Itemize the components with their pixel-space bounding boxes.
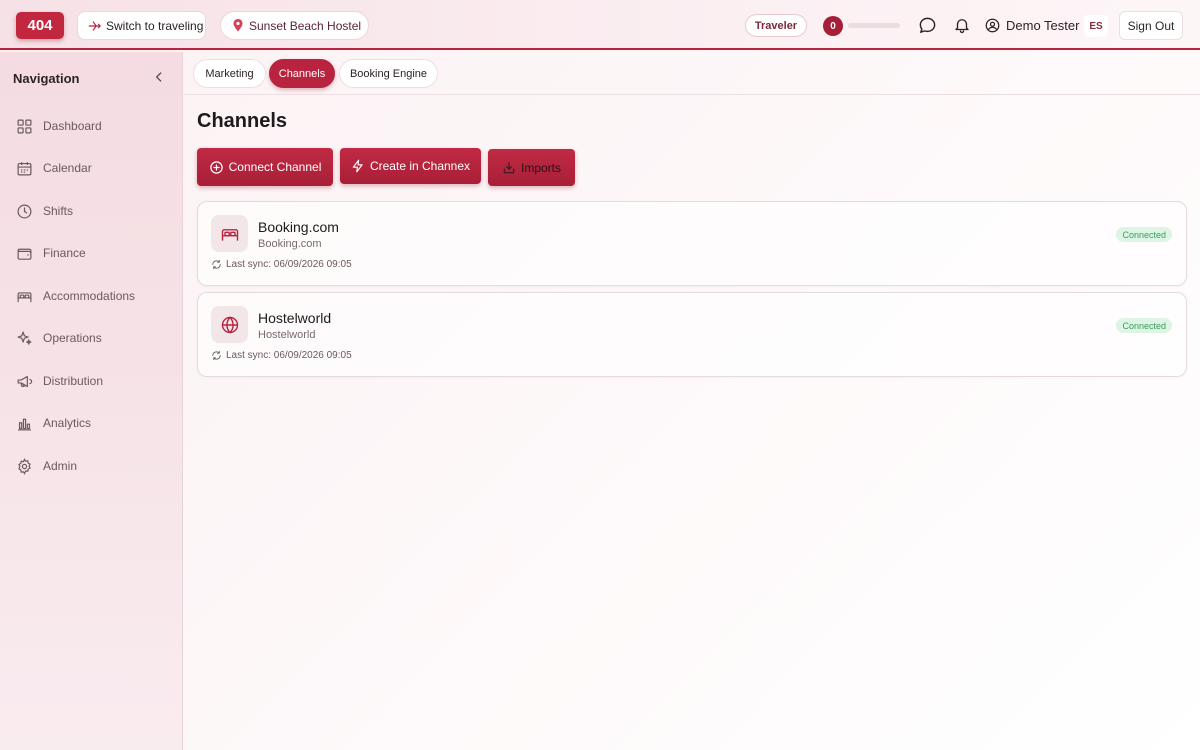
connect-channel-label: Connect Channel — [228, 160, 322, 174]
lightning-icon — [352, 159, 363, 173]
channel-card-hostelworld[interactable]: Hostelworld Hostelworld Last sync: 06/09… — [197, 292, 1187, 377]
status-badge: Connected — [1116, 227, 1172, 242]
user-name: Demo Tester — [1006, 17, 1080, 33]
page-title: Channels — [197, 110, 288, 132]
switch-label: Switch to traveling — [106, 18, 204, 33]
last-sync-text: Last sync: 06/09/2026 09:05 — [226, 350, 352, 361]
sidebar-item-operations[interactable]: Operations — [16, 326, 102, 350]
progress-bar — [848, 23, 900, 28]
create-in-channex-button[interactable]: Create in Channex — [340, 148, 481, 184]
status-badge: Connected — [1116, 318, 1172, 333]
bell-icon — [955, 19, 969, 34]
grid-icon — [17, 119, 32, 133]
sidebar-item-label: Distribution — [43, 374, 104, 388]
sidebar-item-label: Admin — [43, 459, 78, 473]
hostel-selector[interactable]: Sunset Beach Hostel — [220, 11, 369, 40]
create-in-channex-label: Create in Channex — [369, 159, 471, 173]
sidebar-item-label: Analytics — [43, 416, 92, 430]
sidebar-item-label: Finance — [43, 246, 86, 260]
sidebar-item-label: Shifts — [43, 204, 74, 218]
user-circle-icon — [985, 18, 1000, 32]
channel-name: Booking.com — [258, 219, 339, 235]
plane-icon — [88, 20, 101, 31]
tab-marketing[interactable]: Marketing — [193, 59, 266, 88]
last-sync: Last sync: 06/09/2026 09:05 — [211, 259, 352, 270]
sidebar-item-dashboard[interactable]: Dashboard — [16, 114, 102, 138]
map-pin-icon — [233, 19, 243, 32]
sidebar-item-finance[interactable]: Finance — [16, 241, 86, 265]
top-bar: 404 Switch to traveling Sunset Beach Hos… — [0, 0, 1200, 50]
globe-icon — [221, 315, 238, 334]
sidebar-item-accommodations[interactable]: Accommodations — [16, 284, 135, 308]
channel-subtitle: Hostelworld — [258, 329, 316, 341]
sparkle-icon — [17, 331, 32, 345]
sub-tabs: Marketing Channels Booking Engine — [184, 52, 1200, 95]
sidebar-item-analytics[interactable]: Analytics — [16, 411, 91, 435]
connect-channel-button[interactable]: Connect Channel — [197, 148, 333, 186]
sidebar-item-label: Accommodations — [43, 289, 136, 303]
plus-circle-icon — [209, 160, 223, 174]
channel-subtitle: Booking.com — [258, 238, 322, 250]
notifications-button[interactable] — [952, 15, 972, 35]
language-switch[interactable]: ES — [1084, 15, 1108, 37]
last-sync: Last sync: 06/09/2026 09:05 — [211, 350, 352, 361]
tab-channels[interactable]: Channels — [269, 59, 335, 88]
sidebar-item-label: Calendar — [43, 161, 92, 175]
channel-icon-wrap — [211, 215, 248, 252]
channel-card-booking-com[interactable]: Booking.com Booking.com Last sync: 06/09… — [197, 201, 1187, 286]
chat-button[interactable] — [917, 15, 937, 35]
calendar-icon — [17, 161, 32, 175]
sidebar-item-label: Operations — [43, 331, 102, 345]
sidebar-item-shifts[interactable]: Shifts — [16, 199, 73, 223]
bar-chart-icon — [18, 418, 31, 430]
traveler-badge[interactable]: Traveler — [745, 14, 807, 37]
bed-icon — [221, 228, 238, 241]
chevron-left-icon[interactable] — [152, 70, 166, 84]
sidebar-item-label: Dashboard — [43, 119, 102, 133]
gear-icon — [18, 457, 31, 475]
app-logo[interactable]: 404 — [16, 12, 64, 39]
sidebar-item-distribution[interactable]: Distribution — [16, 369, 103, 393]
import-icon — [503, 161, 515, 173]
bed-icon — [17, 291, 32, 302]
hostel-label: Sunset Beach Hostel — [249, 18, 362, 33]
refresh-icon — [212, 259, 221, 270]
sign-out-button[interactable]: Sign Out — [1119, 11, 1183, 40]
user-menu[interactable]: Demo Tester — [985, 15, 1079, 35]
chat-icon — [919, 17, 935, 33]
sidebar-item-admin[interactable]: Admin — [16, 454, 77, 478]
last-sync-text: Last sync: 06/09/2026 09:05 — [226, 259, 352, 270]
tab-booking-engine[interactable]: Booking Engine — [339, 59, 438, 88]
megaphone-icon — [17, 375, 33, 387]
switch-to-traveling-button[interactable]: Switch to traveling — [77, 11, 206, 40]
sidebar: Navigation Dashboard Calendar Shifts Fin… — [0, 52, 183, 750]
wallet-icon — [17, 248, 32, 260]
refresh-icon — [212, 350, 221, 361]
points-counter: 0 — [823, 16, 843, 36]
sidebar-item-calendar[interactable]: Calendar — [16, 156, 92, 180]
clock-icon — [17, 204, 32, 218]
imports-button[interactable]: Imports — [488, 149, 575, 186]
channel-icon-wrap — [211, 306, 248, 343]
channel-name: Hostelworld — [258, 310, 332, 326]
imports-label: Imports — [520, 160, 561, 175]
sidebar-heading: Navigation — [13, 71, 80, 86]
